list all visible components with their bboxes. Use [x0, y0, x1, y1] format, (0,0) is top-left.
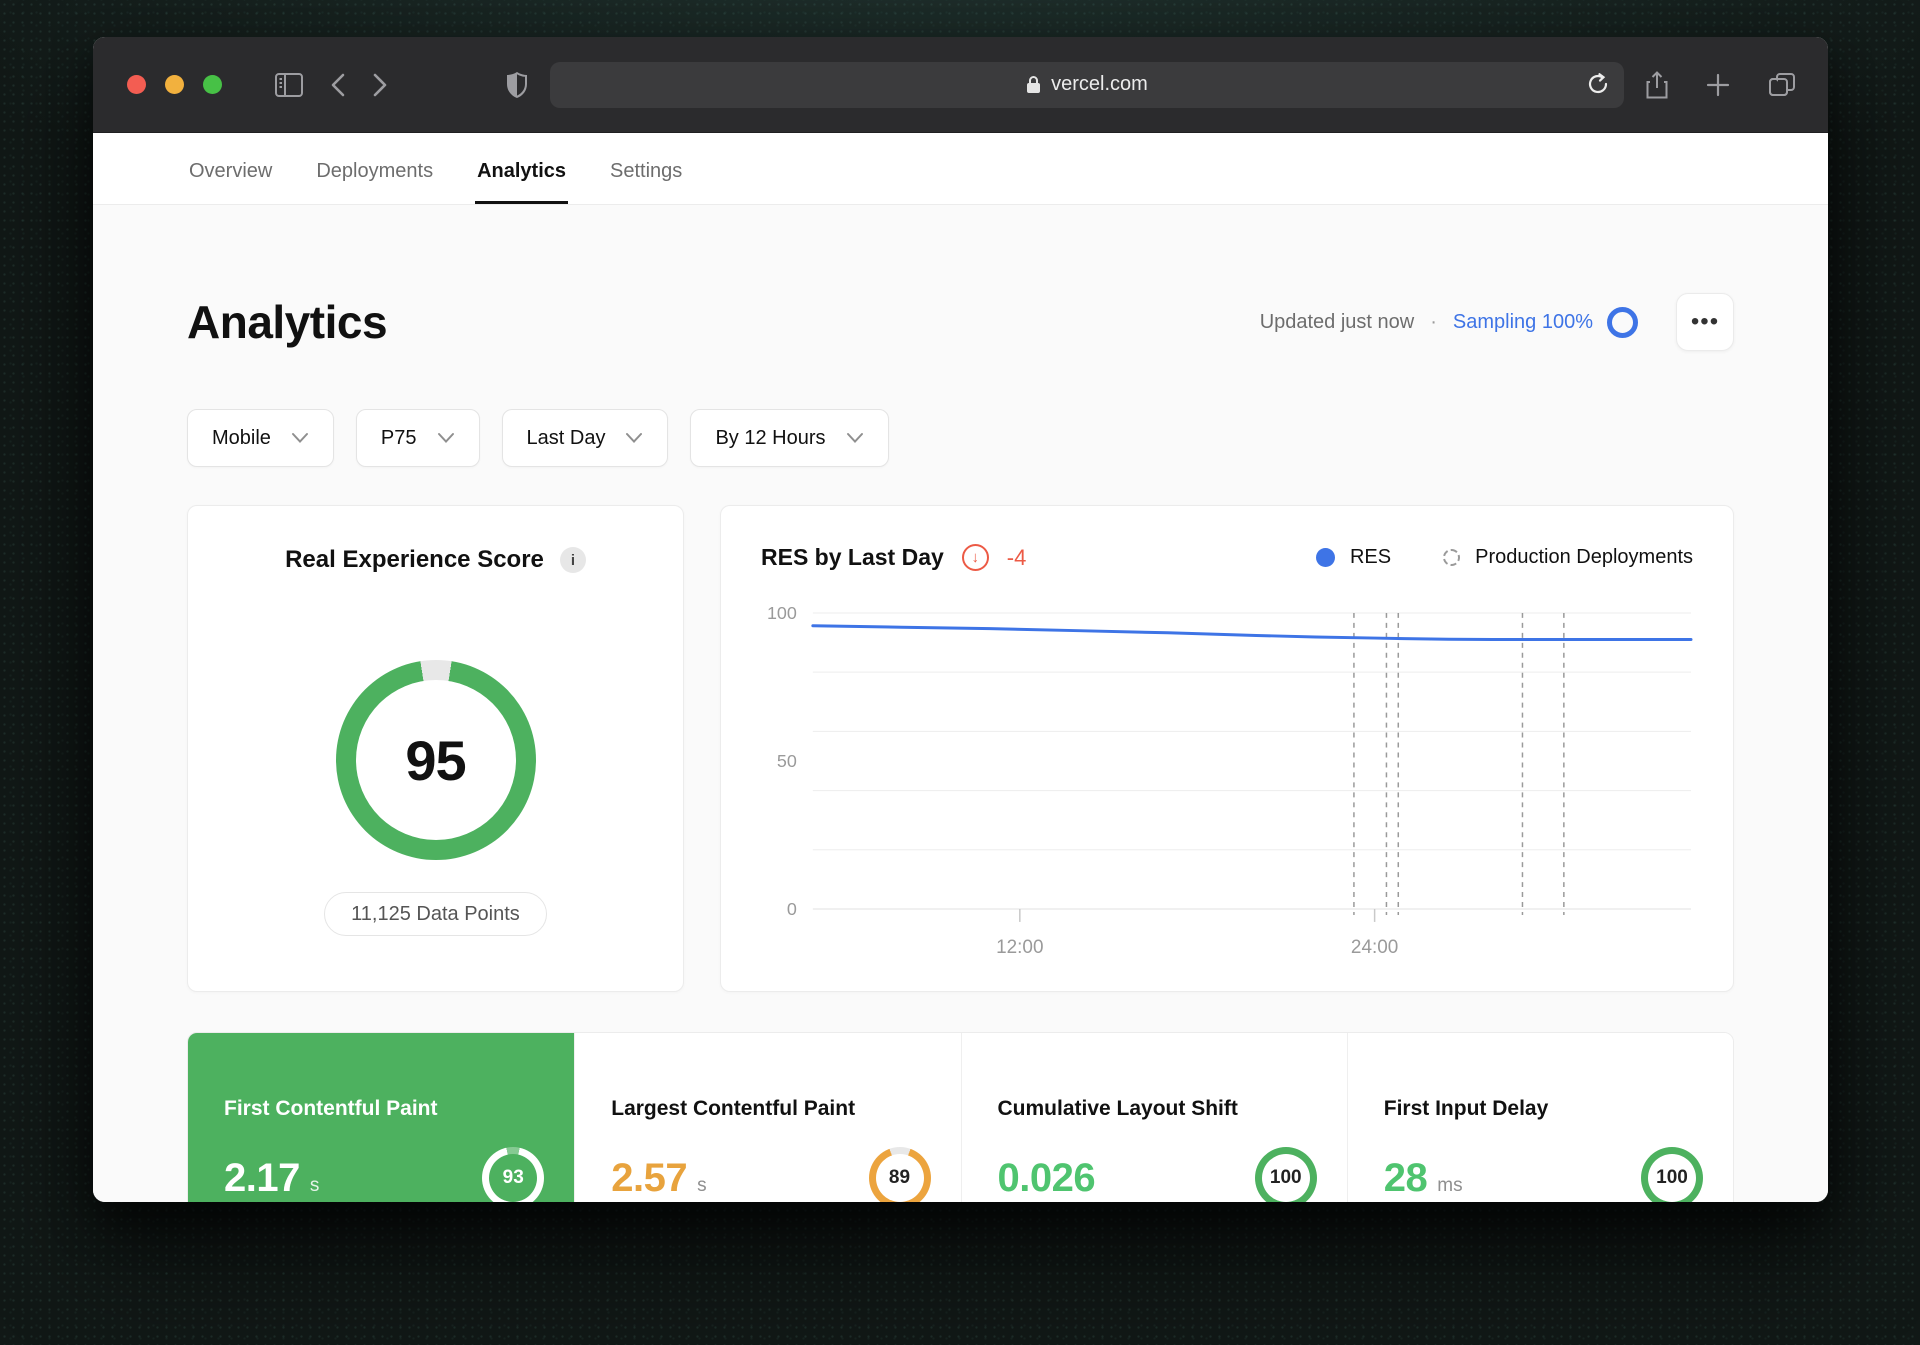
chart-title: RES by Last Day	[761, 544, 944, 570]
metric-card-fcp[interactable]: First Contentful Paint 2.17 s 93	[188, 1033, 575, 1202]
res-series-dot-icon	[1315, 548, 1335, 567]
fcp-value: 2.17	[224, 1155, 300, 1200]
browser-toolbar: vercel.com	[93, 37, 1828, 133]
sampling-ring-icon	[1607, 306, 1638, 338]
lcp-score-ring: 89	[868, 1147, 931, 1202]
browser-window: vercel.com Overview Deployments Analytic…	[93, 37, 1828, 1202]
svg-text:0: 0	[787, 899, 797, 919]
metric-card-fid[interactable]: First Input Delay 28 ms 100	[1346, 1033, 1733, 1202]
deployment-dashed-circle-icon	[1443, 549, 1461, 566]
updated-status: Updated just now	[1259, 310, 1415, 333]
info-icon[interactable]: i	[559, 547, 586, 573]
chevron-down-icon	[291, 432, 309, 444]
svg-text:12:00: 12:00	[996, 937, 1043, 958]
tab-overview-icon[interactable]	[1768, 72, 1796, 98]
lcp-unit: s	[697, 1174, 707, 1196]
filter-bar: Mobile P75 Last Day By 12 Hours	[187, 409, 1734, 467]
project-nav: Overview Deployments Analytics Settings	[93, 133, 1828, 205]
chevron-down-icon	[625, 432, 643, 444]
tab-settings[interactable]: Settings	[610, 160, 682, 204]
legend-res: RES	[1315, 546, 1391, 569]
delta-value: -4	[1006, 544, 1027, 570]
res-chart: 100 50 0 12:00 24:00	[761, 595, 1693, 966]
close-window-button[interactable]	[127, 75, 146, 94]
window-controls	[127, 75, 222, 94]
chevron-down-icon	[846, 432, 864, 444]
cls-score-ring: 100	[1254, 1147, 1317, 1202]
device-dropdown[interactable]: Mobile	[187, 409, 334, 467]
privacy-shield-icon[interactable]	[506, 71, 528, 99]
range-dropdown[interactable]: Last Day	[501, 409, 669, 467]
new-tab-icon[interactable]	[1706, 73, 1730, 97]
fid-value: 28	[1383, 1155, 1428, 1200]
zoom-window-button[interactable]	[203, 75, 222, 94]
tab-deployments[interactable]: Deployments	[316, 160, 433, 204]
lcp-value: 2.57	[611, 1155, 688, 1200]
forward-icon[interactable]	[372, 72, 388, 98]
fcp-score-ring: 93	[482, 1147, 545, 1202]
chevron-down-icon	[437, 432, 455, 444]
res-score-gauge: 95	[335, 660, 536, 860]
metric-card-cls[interactable]: Cumulative Layout Shift 0.026 100	[960, 1033, 1347, 1202]
chart-legend: RES Production Deployments	[1315, 546, 1693, 569]
sampling-link[interactable]: Sampling 100%	[1453, 306, 1638, 338]
legend-production-deployments: Production Deployments	[1443, 546, 1693, 569]
back-icon[interactable]	[330, 72, 346, 98]
cls-value: 0.026	[997, 1155, 1096, 1200]
url-text: vercel.com	[1051, 73, 1148, 95]
fid-unit: ms	[1437, 1174, 1463, 1196]
web-vitals-row: First Contentful Paint 2.17 s 93 Largest…	[187, 1032, 1734, 1202]
svg-text:50: 50	[777, 751, 797, 771]
data-points-badge: 11,125 Data Points	[324, 892, 547, 936]
res-chart-card: RES by Last Day ↓ -4 RES Production Depl…	[720, 505, 1734, 992]
address-bar[interactable]: vercel.com	[550, 61, 1624, 108]
svg-text:24:00: 24:00	[1351, 937, 1398, 958]
share-icon[interactable]	[1646, 70, 1668, 99]
page-title: Analytics	[187, 296, 388, 348]
meta-separator: ·	[1430, 310, 1437, 333]
real-experience-score-card: Real Experience Score i 95 11,125 Data P…	[187, 505, 684, 992]
tab-analytics[interactable]: Analytics	[475, 160, 568, 204]
res-card-title: Real Experience Score	[285, 546, 544, 573]
metric-card-lcp[interactable]: Largest Contentful Paint 2.57 s 89	[574, 1033, 961, 1202]
svg-text:100: 100	[767, 603, 797, 623]
trend-down-icon: ↓	[961, 544, 989, 571]
fcp-unit: s	[309, 1174, 320, 1196]
tab-overview[interactable]: Overview	[189, 160, 272, 204]
analytics-page: Analytics Updated just now · Sampling 10…	[93, 205, 1828, 1202]
lock-icon	[1026, 75, 1041, 94]
interval-dropdown[interactable]: By 12 Hours	[690, 409, 889, 467]
percentile-dropdown[interactable]: P75	[355, 409, 480, 467]
reload-icon[interactable]	[1586, 70, 1610, 98]
sidebar-toggle-icon[interactable]	[274, 72, 304, 98]
fid-score-ring: 100	[1641, 1147, 1703, 1202]
res-score-value: 95	[405, 728, 466, 792]
header-meta: Updated just now · Sampling 100% •••	[1260, 293, 1734, 351]
minimize-window-button[interactable]	[165, 75, 184, 94]
more-options-button[interactable]: •••	[1676, 293, 1734, 351]
